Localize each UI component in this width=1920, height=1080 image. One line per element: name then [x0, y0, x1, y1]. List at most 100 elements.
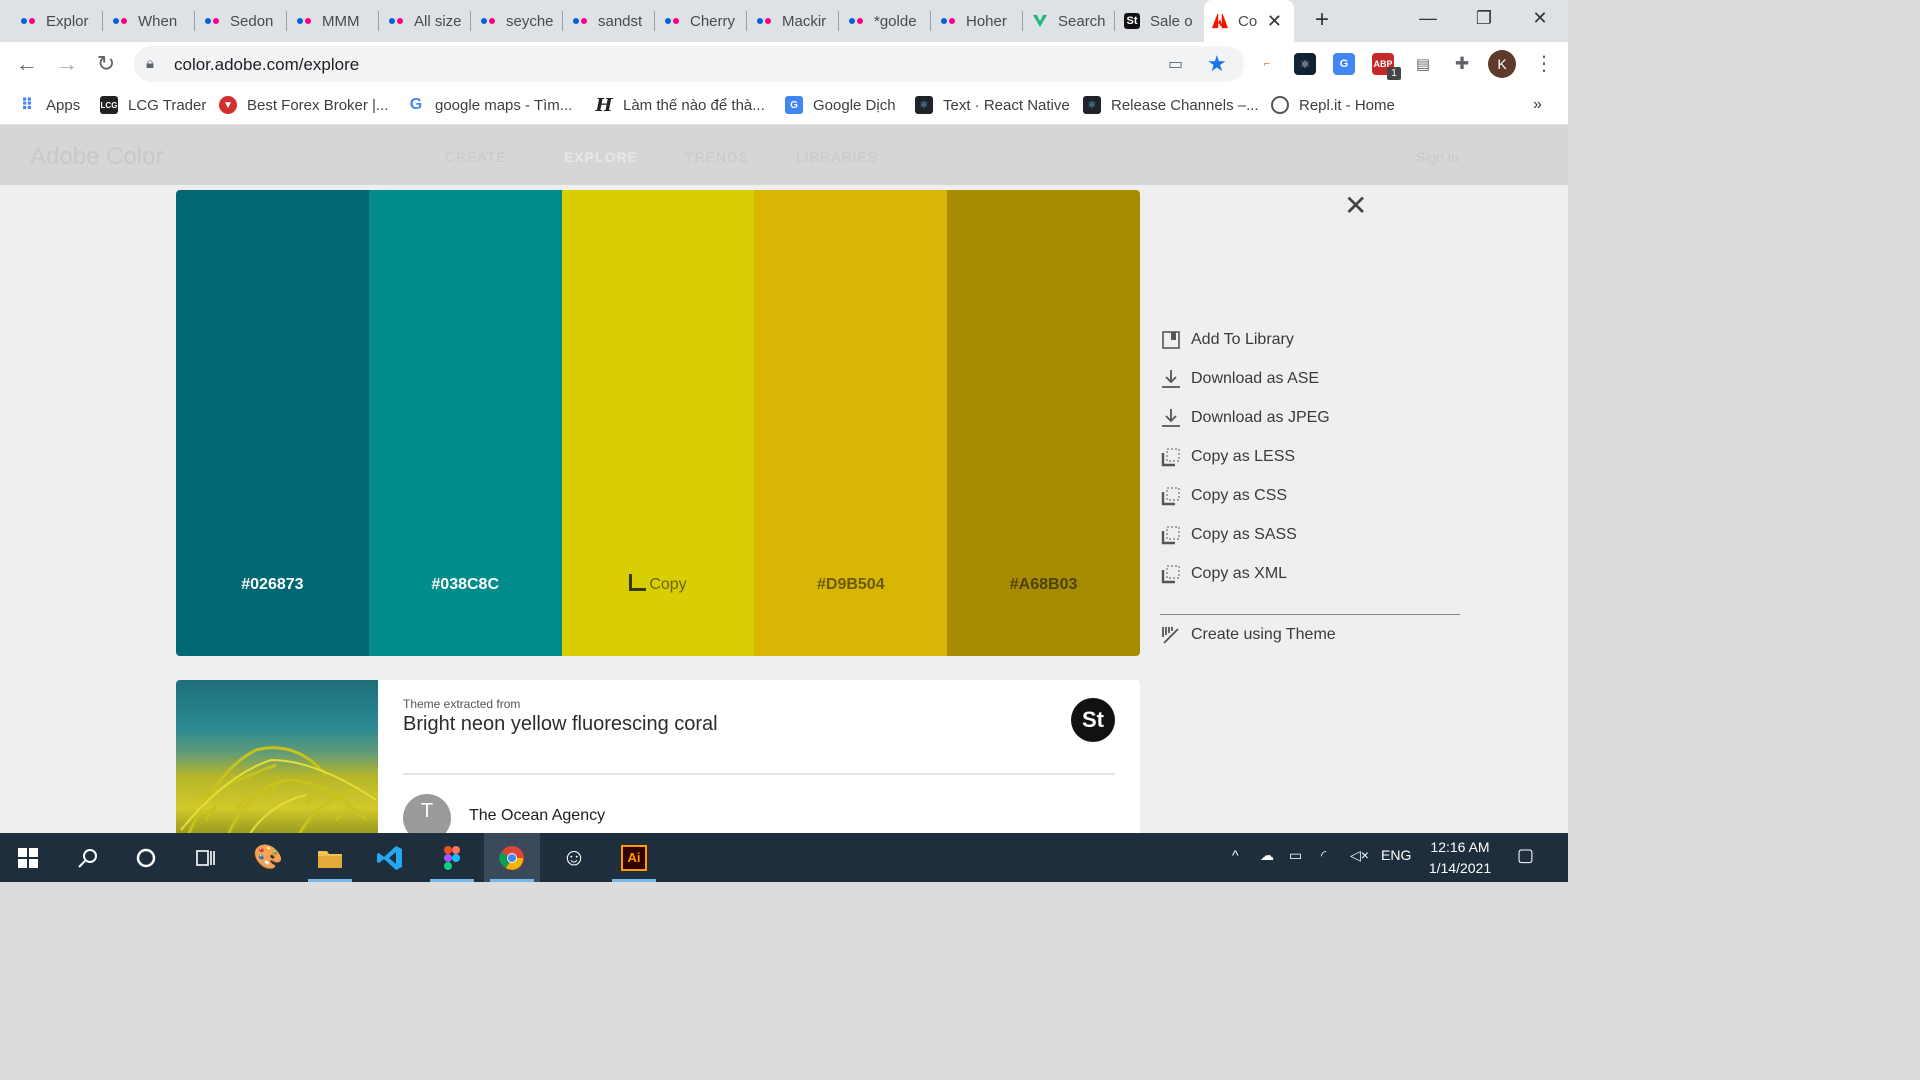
close-tab-icon[interactable]: ✕: [1267, 11, 1282, 32]
chrome-icon[interactable]: [484, 833, 540, 882]
menu-divider: [1160, 614, 1460, 615]
tab-active[interactable]: Co ✕: [1204, 0, 1294, 42]
task-view-icon[interactable]: [178, 833, 234, 882]
color-swatch[interactable]: #038C8C: [368, 190, 562, 656]
color-swatch[interactable]: #026873: [176, 190, 369, 656]
system-clock[interactable]: 12:16 AM 1/14/2021: [1416, 837, 1504, 879]
battery-icon[interactable]: ▭: [1289, 847, 1302, 864]
download-jpeg-action[interactable]: Download as JPEG: [1160, 406, 1330, 430]
swatch-hex-label[interactable]: #026873: [176, 576, 369, 594]
nav-trends[interactable]: TRENDS: [685, 149, 749, 165]
google-translate-ext-icon[interactable]: G: [1333, 53, 1355, 75]
illustrator-icon[interactable]: Ai: [606, 833, 662, 882]
back-button[interactable]: ←: [12, 49, 42, 79]
vscode-icon[interactable]: [362, 833, 418, 882]
download-ase-action[interactable]: Download as ASE: [1160, 367, 1319, 391]
reload-button[interactable]: ↻: [91, 49, 121, 79]
file-explorer-icon[interactable]: [302, 833, 358, 882]
profile-avatar[interactable]: K: [1488, 50, 1516, 78]
author-avatar[interactable]: T: [403, 794, 451, 833]
bookmark-google-dich[interactable]: G Google Dịch: [785, 94, 896, 116]
minimize-button[interactable]: —: [1400, 0, 1456, 36]
extensions-puzzle-icon[interactable]: ✚: [1451, 53, 1473, 75]
copy-xml-action[interactable]: Copy as XML: [1160, 562, 1287, 586]
start-icon[interactable]: [0, 833, 56, 882]
wifi-icon[interactable]: ◜: [1321, 847, 1326, 864]
onedrive-icon[interactable]: ☁: [1260, 847, 1274, 864]
adobe-color-logo[interactable]: Adobe Color: [30, 143, 163, 171]
swatch-copy-button[interactable]: Copy: [562, 574, 755, 594]
sign-in-link[interactable]: Sign in: [1416, 149, 1459, 165]
flickr-icon: [664, 13, 680, 29]
color-swatch[interactable]: #D9B504: [754, 190, 948, 656]
new-tab-button[interactable]: +: [1308, 6, 1336, 34]
forward-button[interactable]: →: [52, 49, 82, 79]
nav-libraries[interactable]: LIBRARIES: [796, 149, 878, 165]
bookmark-release-channels[interactable]: ⚛ Release Channels –...: [1083, 94, 1259, 116]
tab[interactable]: sandst: [572, 0, 655, 42]
create-using-theme-action[interactable]: Create using Theme: [1160, 623, 1336, 647]
bookmark-forex[interactable]: ▼ Best Forex Broker |...: [219, 94, 388, 116]
tab[interactable]: Search: [1032, 0, 1115, 42]
color-swatch[interactable]: #A68B03: [947, 190, 1140, 656]
bookmark-star-icon[interactable]: ★: [1207, 51, 1227, 77]
tab[interactable]: *golde: [848, 0, 931, 42]
lock-icon: 🔒︎: [146, 55, 154, 72]
tab[interactable]: When: [112, 0, 195, 42]
nav-explore[interactable]: EXPLORE: [564, 149, 638, 165]
theme-info-card: Theme extracted from Bright neon yellow …: [176, 680, 1140, 833]
color-swatch[interactable]: Copy: [561, 190, 755, 656]
notifications-icon[interactable]: ▢: [1517, 845, 1534, 866]
tab[interactable]: Sedon: [204, 0, 287, 42]
bookmarks-overflow-icon[interactable]: »: [1533, 94, 1542, 116]
tab[interactable]: MMM: [296, 0, 379, 42]
add-to-library-action[interactable]: Add To Library: [1160, 328, 1294, 352]
tab[interactable]: Mackir: [756, 0, 839, 42]
tab[interactable]: All size: [388, 0, 471, 42]
smiley-app-icon[interactable]: ☺: [546, 833, 602, 882]
react-devtools-icon[interactable]: ⚛: [1294, 53, 1316, 75]
install-app-icon[interactable]: ▭: [1168, 54, 1183, 74]
tab[interactable]: St Sale o: [1124, 0, 1204, 42]
tab[interactable]: Hoher: [940, 0, 1023, 42]
address-bar[interactable]: 🔒︎ color.adobe.com/explore ▭ ★: [134, 46, 1244, 82]
bookmark-lam-the-nao[interactable]: H Làm thế nào để thà...: [595, 94, 764, 116]
theme-source-thumbnail[interactable]: [176, 680, 378, 833]
tab[interactable]: Explor: [20, 0, 103, 42]
figma-icon[interactable]: [424, 833, 480, 882]
bookmark-lcg[interactable]: LCG LCG Trader: [100, 94, 206, 116]
search-icon[interactable]: [60, 833, 116, 882]
bookmark-label: Google Dịch: [813, 96, 896, 114]
close-window-button[interactable]: ✕: [1512, 0, 1568, 36]
tab[interactable]: seyche: [480, 0, 563, 42]
nav-create[interactable]: CREATE: [445, 149, 507, 165]
copy-less-action[interactable]: Copy as LESS: [1160, 445, 1295, 469]
author-name[interactable]: The Ocean Agency: [469, 807, 605, 825]
paint-icon[interactable]: 🎨: [240, 833, 296, 882]
restore-button[interactable]: ❐: [1456, 0, 1512, 36]
tab[interactable]: Cherry: [664, 0, 747, 42]
menu-kebab-icon[interactable]: ⋮: [1534, 51, 1554, 76]
adobe-stock-badge[interactable]: St: [1071, 698, 1115, 742]
extension-box-icon[interactable]: ▤: [1412, 53, 1434, 75]
copy-sass-action[interactable]: Copy as SASS: [1160, 523, 1297, 547]
bookmark-react-native[interactable]: ⚛ Text · React Native: [915, 94, 1070, 116]
close-modal-icon[interactable]: ✕: [1344, 189, 1367, 222]
tray-overflow-icon[interactable]: ^: [1232, 847, 1239, 863]
react-icon: ⚛: [915, 96, 933, 114]
language-indicator[interactable]: ENG: [1381, 847, 1411, 863]
copy-css-action[interactable]: Copy as CSS: [1160, 484, 1287, 508]
theme-title[interactable]: Bright neon yellow fluorescing coral: [403, 713, 718, 736]
bookmark-apps[interactable]: ⠿ Apps: [18, 94, 80, 116]
cortana-icon[interactable]: [118, 833, 174, 882]
swatch-hex-label[interactable]: #A68B03: [947, 576, 1140, 594]
bookmark-replit[interactable]: Repl.it - Home: [1271, 94, 1395, 116]
color-palette: #026873 #038C8C Copy #D9B504 #A68B03: [176, 190, 1140, 656]
bookmark-google-maps[interactable]: G google maps - Tìm...: [407, 94, 573, 116]
extension-icon[interactable]: ⌐: [1256, 53, 1278, 75]
swatch-hex-label[interactable]: #038C8C: [369, 576, 562, 594]
swatch-hex-label: Copy: [649, 576, 687, 593]
volume-icon[interactable]: ◁×: [1350, 847, 1369, 864]
swatch-hex-label[interactable]: #D9B504: [754, 576, 947, 594]
url-text[interactable]: color.adobe.com/explore: [174, 55, 359, 75]
